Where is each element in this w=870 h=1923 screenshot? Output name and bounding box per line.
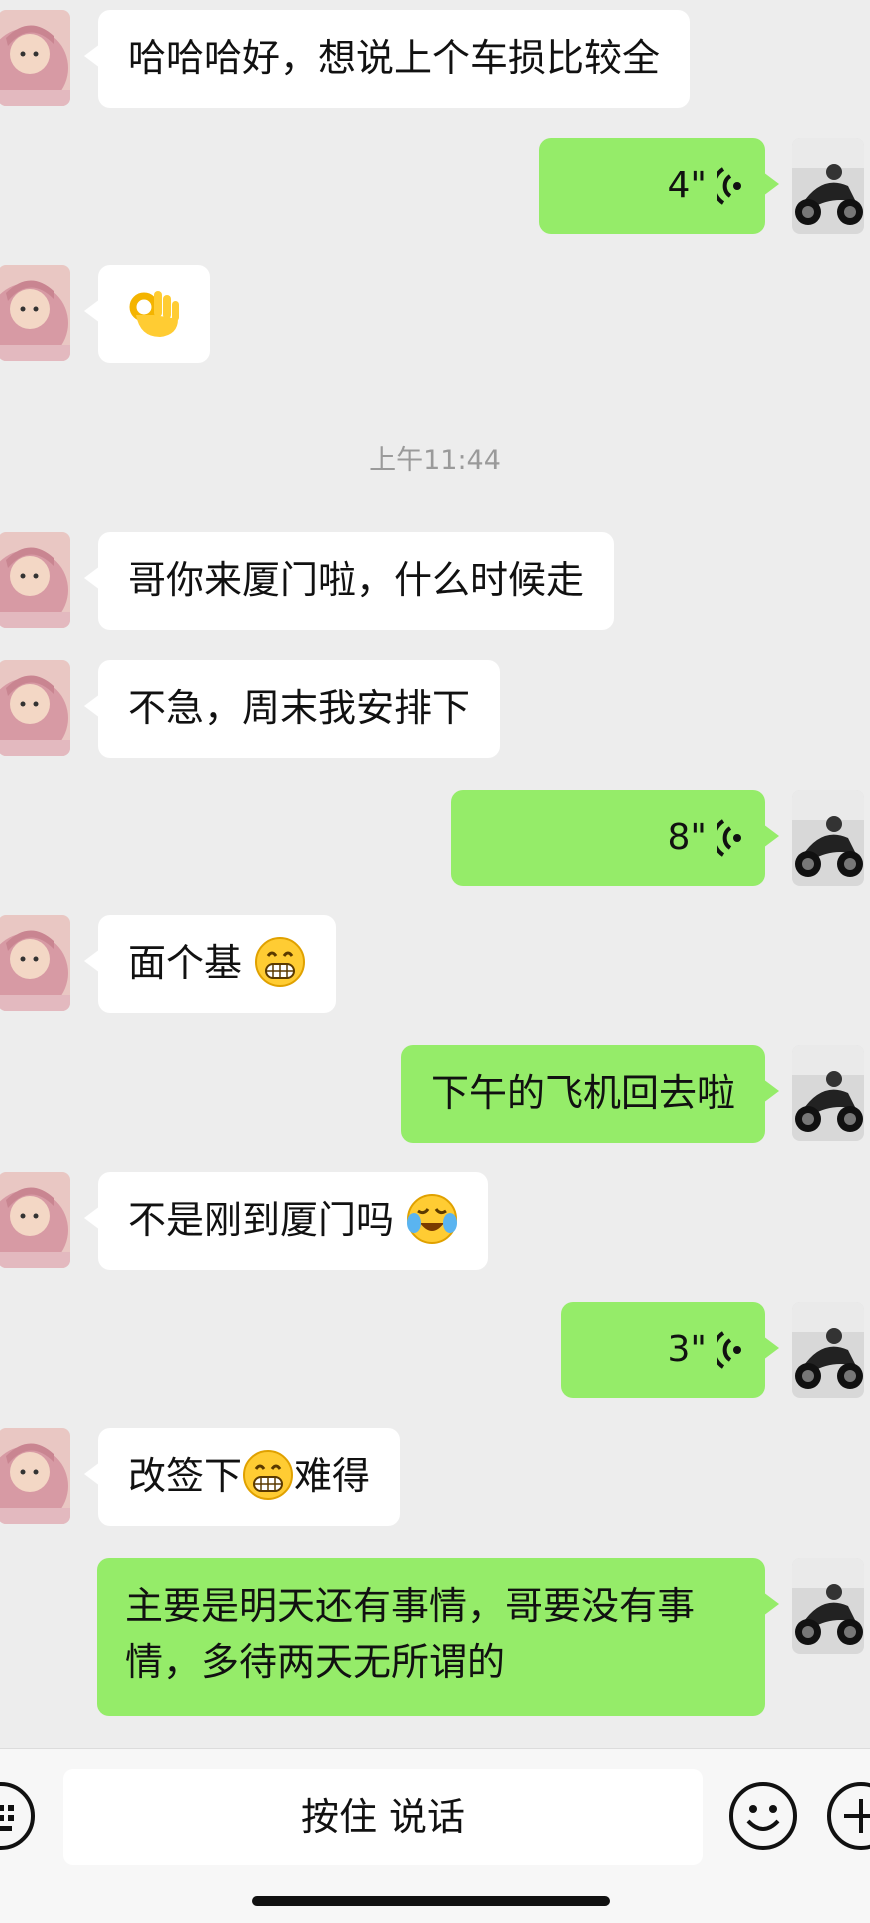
message-text: 哈哈哈好，想说上个车损比较全 (128, 36, 661, 80)
voice-wave-icon (717, 819, 743, 857)
message-text: 不急，周末我安排下 (128, 686, 471, 730)
voice-duration: 3" (667, 1329, 707, 1370)
ok-hand-emoji (129, 291, 179, 337)
voice-wave-icon (717, 167, 743, 205)
message-text: 下午的飞机回去啦 (430, 1071, 735, 1115)
received-message-bubble[interactable]: 哈哈哈好，想说上个车损比较全 (83, 10, 691, 108)
my-avatar[interactable] (792, 138, 864, 234)
grin-emoji (254, 936, 306, 987)
voice-message-bubble[interactable]: 8" (451, 790, 779, 886)
my-avatar[interactable] (792, 1558, 864, 1654)
home-indicator[interactable] (252, 1896, 610, 1906)
hold-to-talk-button[interactable]: 按住 说话 (63, 1769, 703, 1865)
received-message-bubble[interactable]: 面个基 (83, 915, 337, 1013)
received-message-bubble[interactable]: 不是刚到厦门吗 (83, 1172, 489, 1270)
my-avatar[interactable] (792, 1302, 864, 1398)
contact-avatar[interactable] (0, 265, 70, 361)
received-message-bubble[interactable]: 改签下 难得 (83, 1428, 401, 1526)
cry-laugh-emoji (406, 1193, 459, 1244)
contact-avatar[interactable] (0, 660, 70, 756)
contact-avatar[interactable] (0, 1428, 70, 1524)
contact-avatar[interactable] (0, 532, 70, 628)
message-text-after: 难得 (294, 1454, 371, 1498)
sent-message-bubble[interactable]: 主要是明天还有事情，哥要没有事情，多待两天无所谓的 (97, 1558, 779, 1716)
my-avatar[interactable] (792, 790, 864, 886)
contact-avatar[interactable] (0, 1172, 70, 1268)
received-message-bubble[interactable]: 哥你来厦门啦，什么时候走 (83, 532, 615, 630)
message-text-before: 改签下 (128, 1454, 243, 1498)
voice-message-bubble[interactable]: 3" (561, 1302, 779, 1398)
smile-icon[interactable] (728, 1781, 798, 1851)
my-avatar[interactable] (792, 1045, 864, 1141)
sent-message-bubble[interactable]: 下午的飞机回去啦 (400, 1045, 780, 1143)
message-text: 哥你来厦门啦，什么时候走 (128, 558, 585, 602)
voice-duration: 8" (667, 817, 707, 858)
timestamp: 上午11:44 (369, 445, 501, 476)
received-emoji-bubble[interactable] (84, 265, 210, 363)
voice-message-bubble[interactable]: 4" (539, 138, 779, 234)
keyboard-icon[interactable] (0, 1781, 36, 1851)
voice-wave-icon (717, 1331, 743, 1369)
grin-emoji (242, 1449, 294, 1500)
message-text: 不是刚到厦门吗 (128, 1198, 395, 1242)
plus-icon[interactable] (826, 1781, 870, 1851)
message-text: 主要是明天还有事情，哥要没有事情，多待两天无所谓的 (125, 1584, 696, 1684)
message-text: 面个基 (128, 941, 243, 985)
contact-avatar[interactable] (0, 10, 70, 106)
received-message-bubble[interactable]: 不急，周末我安排下 (83, 660, 501, 758)
voice-duration: 4" (667, 165, 707, 206)
contact-avatar[interactable] (0, 915, 70, 1011)
